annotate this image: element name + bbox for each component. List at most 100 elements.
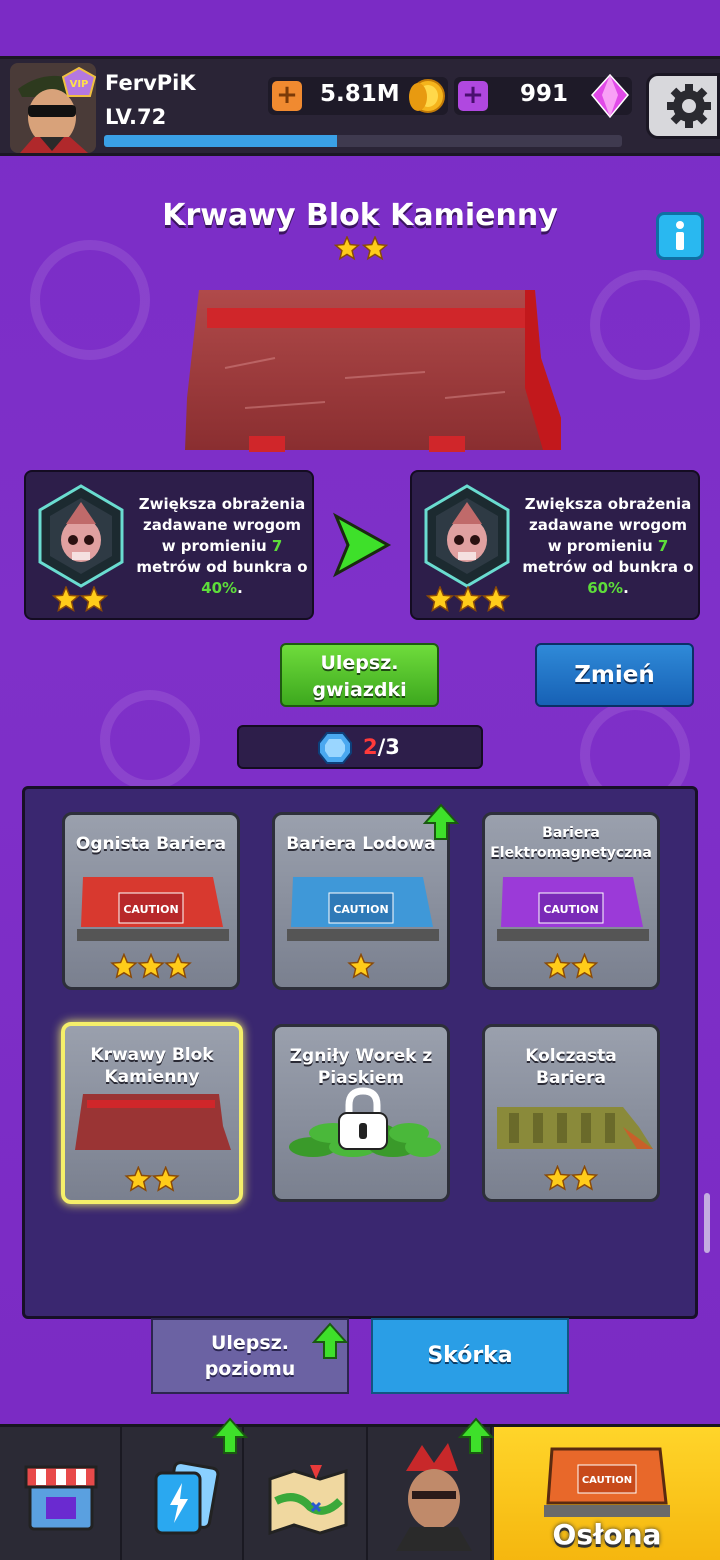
upgrade-stars-button[interactable]: Ulepsz. gwiazdki [280,643,439,707]
shard-have: 2 [363,735,378,759]
barrier-nav-icon: CAUTION [544,1447,670,1517]
svg-text:CAUTION: CAUTION [333,903,388,916]
player-level: LV.72 [105,105,167,129]
star-icon [426,586,455,613]
barrier-tile-ognista[interactable]: Ognista Bariera CAUTION [62,812,240,990]
effect-radius-value: 7 [271,537,283,555]
barrier-tile-zgnily-worek[interactable]: Zgniły Worek z Piaskiem [272,1024,450,1202]
star-icon [361,236,389,261]
info-icon [676,221,684,250]
add-gems-button[interactable]: + [458,81,488,111]
crystal-icon [318,732,352,764]
effect-line: zadawane wrogom [143,516,301,534]
item-star-rating [333,236,389,261]
next-effect-card: Zwiększa obrażenia zadawane wrogom w pro… [410,470,700,620]
skull-badge-icon [38,484,124,588]
effect-line: metrów od bunkra o [522,558,694,576]
grid-scrollbar[interactable] [704,1193,710,1253]
tile-stars [124,1166,180,1192]
star-icon [137,953,165,979]
tile-name-line: Elektromagnetyczna [490,845,652,861]
tile-name-line: Bariera [542,825,600,841]
star-icon [453,586,483,613]
star-icon [110,953,138,979]
effect-percent-value: 40% [201,579,238,597]
tile-name-line: Kamienny [104,1067,200,1087]
star-icon [347,953,375,979]
skin-tab[interactable]: Skórka [371,1318,569,1394]
shard-count: 2/3 [363,735,400,759]
tile-name: Krwawy Blok Kamienny [65,1044,239,1088]
effect-period: . [237,579,243,597]
star-icon [333,236,361,261]
settings-button[interactable] [646,73,720,139]
star-icon [151,1166,180,1192]
tile-stars [543,953,599,979]
skull-badge-icon [424,484,510,588]
button-label: gwiazdki [312,679,407,701]
ice-barrier-image: CAUTION [287,877,439,941]
map-icon [268,1465,348,1535]
effect-period: . [623,579,629,597]
info-button[interactable] [656,212,704,260]
blood-stone-barrier-image [75,1094,231,1150]
barrier-tile-elektromagnetyczna[interactable]: Bariera Elektromagnetyczna CAUTION [482,812,660,990]
tile-name-line: Bariera [535,1068,607,1088]
status-bar-area [0,0,720,58]
star-icon [570,1165,599,1191]
tile-name: Kolczasta Bariera [485,1045,657,1089]
change-button[interactable]: Zmień [535,643,694,707]
current-effect-stars [52,586,109,613]
nav-cover[interactable]: CAUTION Osłona [494,1427,720,1560]
effect-radius-value: 7 [657,537,669,555]
nav-shop[interactable] [0,1427,122,1560]
coins-value: 5.81M [320,81,400,107]
barrier-preview-image [185,290,561,452]
shard-counter: 2/3 [237,725,483,769]
tile-stars [347,953,375,979]
effect-line: 60%. [520,578,696,599]
barrier-tile-krwawy[interactable]: Krwawy Blok Kamienny [61,1022,243,1204]
item-title: Krwawy Blok Kamienny [162,198,558,233]
tile-name-line: Zgniły Worek z [289,1046,433,1066]
shop-icon [24,1465,98,1531]
nav-map[interactable] [246,1427,368,1560]
barrier-selection-grid: Ognista Bariera CAUTION Bariera Lodowa C… [22,786,698,1319]
tile-name-line: Piaskiem [317,1068,405,1088]
effect-line: w promieniu 7 [520,536,696,557]
player-header: VIP FervPiK LV.72 + 5.81M + 991 [0,56,720,156]
tile-name: Ognista Bariera [75,834,227,854]
star-icon [543,1165,572,1191]
svg-text:VIP: VIP [70,79,89,90]
electromagnetic-barrier-image: CAUTION [497,877,649,941]
lock-icon [338,1087,388,1150]
star-icon [164,953,192,979]
hero-icon [396,1443,472,1551]
svg-text:CAUTION: CAUTION [582,1475,632,1486]
effect-percent-value: 60% [587,579,624,597]
upgrade-available-arrow-icon [312,1322,348,1359]
effect-text: w promieniu [161,537,272,555]
add-coins-button[interactable]: + [272,81,302,111]
button-label: Ulepsz. [320,652,399,674]
star-icon [124,1166,153,1192]
barrier-tile-kolczasta[interactable]: Kolczasta Bariera [482,1024,660,1202]
shard-total: /3 [377,735,400,759]
spiked-barrier-image [497,1107,653,1149]
next-effect-stars [426,586,510,613]
background [0,0,720,1560]
coins-counter: + 5.81M [268,77,448,115]
xp-progress-bar [104,135,622,147]
star-icon [543,953,572,979]
gear-icon [667,84,711,128]
fire-barrier-image: CAUTION [77,877,229,941]
star-icon [570,953,599,979]
tile-name-line: Krwawy Blok [90,1045,214,1065]
effect-text: w promieniu [547,537,658,555]
effect-line: zadawane wrogom [529,516,687,534]
tile-name: Zgniły Worek z Piaskiem [275,1045,447,1089]
gems-counter: + 991 [454,73,632,119]
star-icon [52,586,81,613]
tile-name: Bariera Elektromagnetyczna [485,823,657,863]
svg-text:CAUTION: CAUTION [543,903,598,916]
